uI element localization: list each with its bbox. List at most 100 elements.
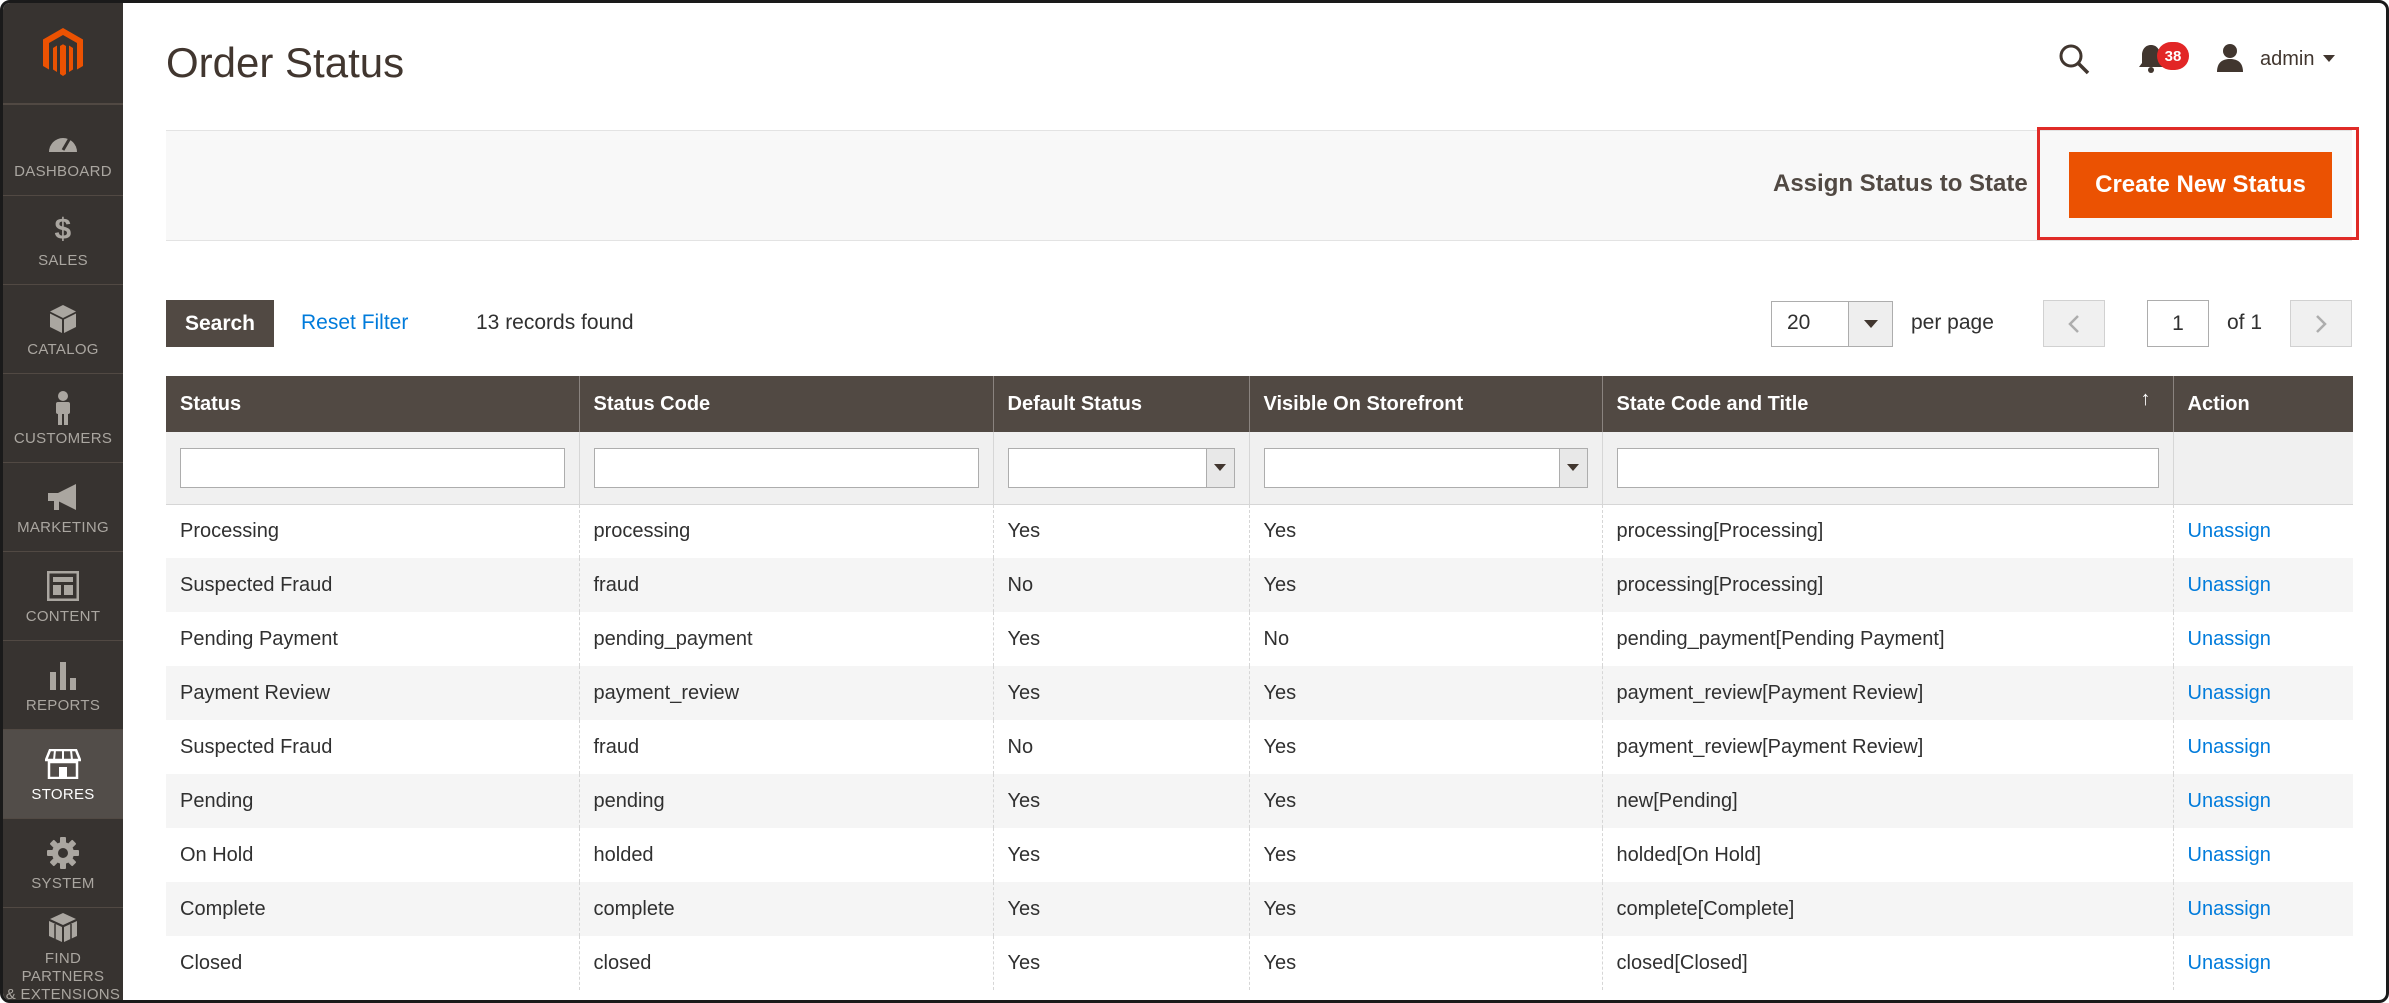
column-header-status-code[interactable]: Status Code	[579, 376, 994, 432]
previous-page-button[interactable]	[2043, 300, 2105, 347]
visible-on-storefront-cell: No	[1249, 612, 1603, 666]
column-header-visible-on-storefront[interactable]: Visible On Storefront	[1249, 376, 1603, 432]
column-header-state-code-and-title[interactable]: State Code and Title ↑	[1602, 376, 2174, 432]
create-new-status-button[interactable]: Create New Status	[2069, 152, 2332, 218]
unassign-link[interactable]: Unassign	[2188, 844, 2271, 866]
default-status-filter-select[interactable]	[1007, 447, 1235, 488]
table-row[interactable]: Complete complete Yes Yes complete[Complete]…	[166, 882, 2353, 936]
filter-cell	[993, 432, 1250, 505]
default-status-cell: No	[993, 558, 1250, 612]
unassign-link[interactable]: Unassign	[2188, 628, 2271, 650]
filter-cell	[166, 432, 580, 505]
status-cell: Closed	[166, 936, 580, 990]
column-header-label: State Code and Title	[1616, 392, 1809, 415]
state-code-cell: holded[On Hold]	[1602, 828, 2174, 882]
status-cell: Pending	[166, 774, 580, 828]
unassign-link[interactable]: Unassign	[2188, 790, 2271, 812]
state-code-cell: new[Pending]	[1602, 774, 2174, 828]
visible-on-storefront-cell: Yes	[1249, 828, 1603, 882]
table-row[interactable]: Closed closed Yes Yes closed[Closed] Unassign	[166, 936, 2353, 990]
sidebar-item-marketing[interactable]: MARKETING	[3, 463, 123, 552]
action-cell: Unassign	[2173, 558, 2353, 612]
search-button[interactable]: Search	[166, 300, 274, 347]
unassign-link[interactable]: Unassign	[2188, 736, 2271, 758]
unassign-link[interactable]: Unassign	[2188, 898, 2271, 920]
status-cell: Processing	[166, 504, 580, 558]
unassign-link[interactable]: Unassign	[2188, 574, 2271, 596]
user-menu-label[interactable]: admin	[2260, 48, 2314, 71]
sidebar-item-label-line2: & EXTENSIONS	[5, 986, 121, 1003]
unassign-link[interactable]: Unassign	[2188, 520, 2271, 542]
status-filter-input[interactable]	[180, 447, 565, 488]
table-header-row: Status Status Code Default Status Visibl…	[166, 376, 2353, 432]
state-code-cell: pending_payment[Pending Payment]	[1602, 612, 2174, 666]
table-row[interactable]: Pending pending Yes Yes new[Pending] Unassign	[166, 774, 2353, 828]
sidebar-item-catalog[interactable]: CATALOG	[3, 285, 123, 374]
action-cell: Unassign	[2173, 504, 2353, 558]
sidebar-item-stores[interactable]: STORES	[3, 730, 123, 819]
status-code-filter-input[interactable]	[593, 447, 979, 488]
assign-status-to-state-button[interactable]: Assign Status to State	[1773, 170, 2028, 198]
current-page-input[interactable]: 1	[2147, 300, 2209, 347]
status-cell: On Hold	[166, 828, 580, 882]
column-header-label: Status Code	[593, 392, 711, 415]
user-icon[interactable]	[2216, 43, 2244, 78]
order-status-grid: Status Status Code Default Status Visibl…	[166, 376, 2353, 990]
per-page-dropdown-toggle[interactable]	[1848, 302, 1892, 346]
sidebar-item-sales[interactable]: $ SALES	[3, 196, 123, 285]
status-code-cell: closed	[579, 936, 994, 990]
status-cell: Pending Payment	[166, 612, 580, 666]
page-title: Order Status	[166, 39, 405, 86]
action-cell: Unassign	[2173, 612, 2353, 666]
table-row[interactable]: Processing processing Yes Yes processing[Pro…	[166, 504, 2353, 558]
sidebar-item-find-partners[interactable]: FIND PARTNERS & EXTENSIONS	[3, 908, 123, 1003]
sidebar-item-content[interactable]: CONTENT	[3, 552, 123, 641]
cube-icon	[49, 301, 77, 337]
sidebar-item-label: CUSTOMERS	[13, 429, 113, 447]
state-code-filter-input[interactable]	[1616, 447, 2159, 488]
default-status-cell: Yes	[993, 504, 1250, 558]
default-status-cell: Yes	[993, 882, 1250, 936]
unassign-link[interactable]: Unassign	[2188, 682, 2271, 704]
filter-cell	[1249, 432, 1603, 505]
default-status-cell: Yes	[993, 612, 1250, 666]
default-status-cell: No	[993, 720, 1250, 774]
filter-cell	[1602, 432, 2174, 505]
action-cell: Unassign	[2173, 666, 2353, 720]
bar-chart-icon	[49, 657, 77, 693]
sidebar-item-system[interactable]: SYSTEM	[3, 819, 123, 908]
select-toggle[interactable]	[1205, 448, 1234, 487]
magento-logo-icon	[43, 28, 83, 76]
visible-on-storefront-filter-select[interactable]	[1263, 447, 1588, 488]
column-header-default-status[interactable]: Default Status	[993, 376, 1250, 432]
unassign-link[interactable]: Unassign	[2188, 952, 2271, 974]
default-status-cell: Yes	[993, 936, 1250, 990]
notification-count-badge[interactable]: 38	[2157, 42, 2189, 70]
next-page-button[interactable]	[2290, 300, 2352, 347]
dashboard-icon	[46, 123, 80, 159]
column-header-label: Action	[2187, 392, 2250, 415]
sidebar-item-reports[interactable]: REPORTS	[3, 641, 123, 730]
sidebar-item-label: DASHBOARD	[14, 162, 112, 180]
sort-ascending-icon: ↑	[2140, 388, 2151, 410]
sidebar-item-label: CONTENT	[25, 607, 101, 625]
table-row[interactable]: Pending Payment pending_payment Yes No pendi…	[166, 612, 2353, 666]
reset-filter-link[interactable]: Reset Filter	[301, 311, 408, 335]
table-row[interactable]: Payment Review payment_review Yes Yes paymen…	[166, 666, 2353, 720]
sidebar-item-customers[interactable]: CUSTOMERS	[3, 374, 123, 463]
sidebar-item-dashboard[interactable]: DASHBOARD	[3, 107, 123, 196]
table-row[interactable]: Suspected Fraud fraud No Yes processing[Proc…	[166, 558, 2353, 612]
column-header-status[interactable]: Status	[166, 376, 580, 432]
visible-on-storefront-cell: Yes	[1249, 720, 1603, 774]
chevron-down-icon	[1567, 464, 1579, 472]
status-code-cell: complete	[579, 882, 994, 936]
select-toggle[interactable]	[1558, 448, 1587, 487]
chevron-down-icon[interactable]	[2323, 55, 2335, 62]
table-row[interactable]: On Hold holded Yes Yes holded[On Hold] Unassi…	[166, 828, 2353, 882]
search-icon[interactable]	[2058, 43, 2090, 80]
sidebar-item-label: MARKETING	[17, 518, 109, 536]
table-row[interactable]: Suspected Fraud fraud No Yes payment_review[…	[166, 720, 2353, 774]
magento-logo[interactable]	[3, 3, 123, 105]
state-code-cell: processing[Processing]	[1602, 504, 2174, 558]
visible-on-storefront-cell: Yes	[1249, 936, 1603, 990]
